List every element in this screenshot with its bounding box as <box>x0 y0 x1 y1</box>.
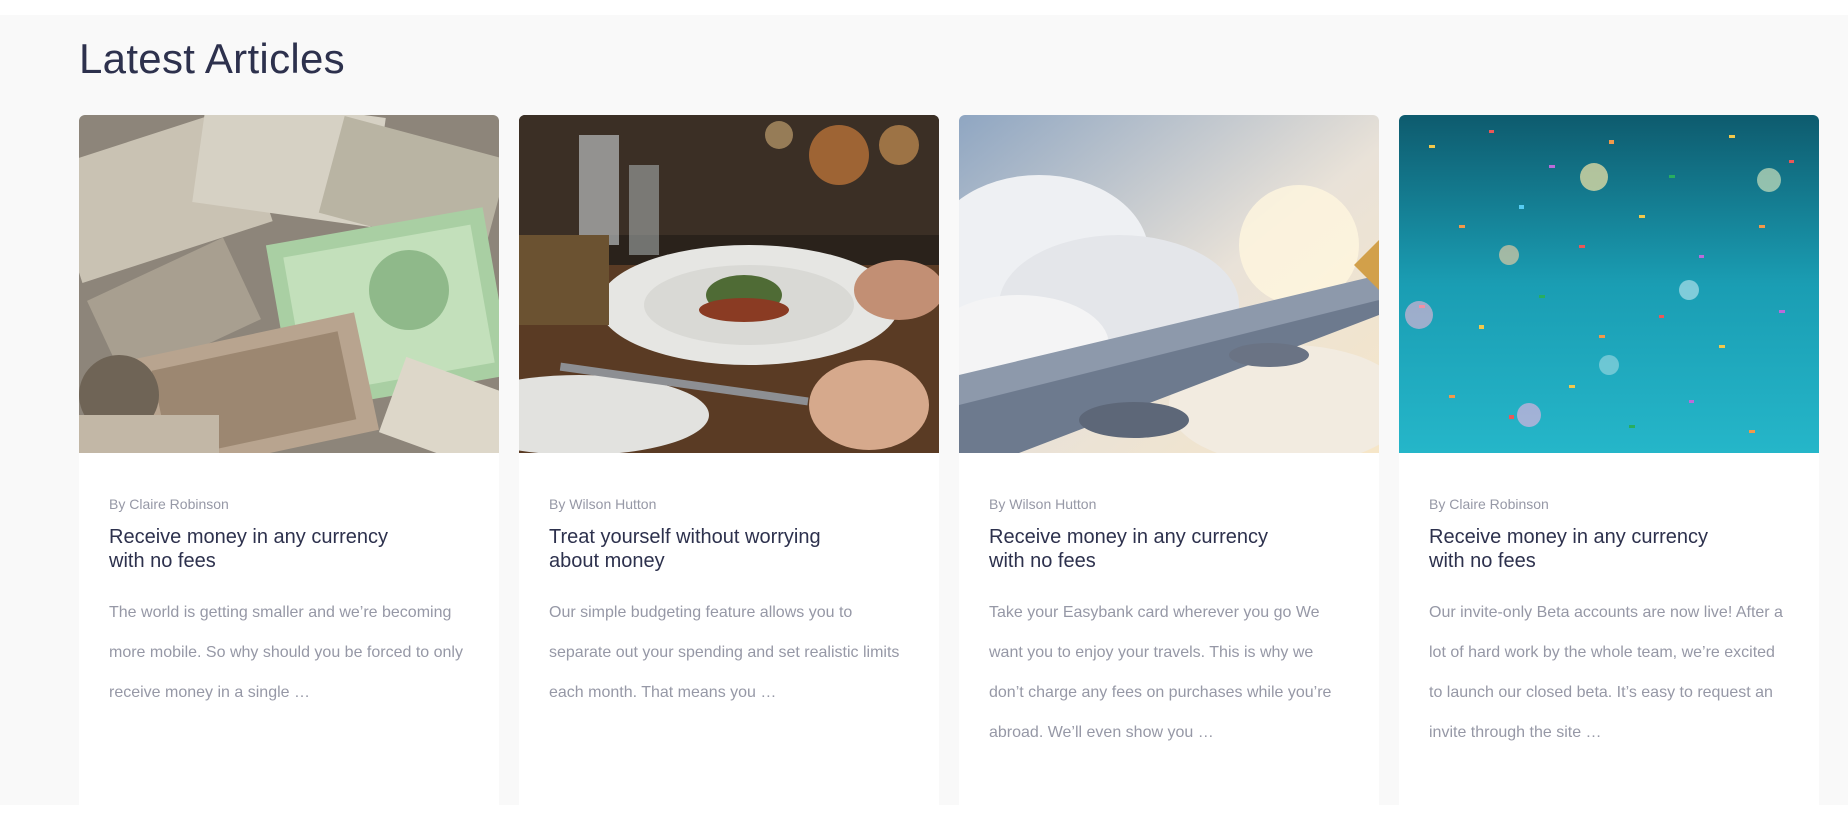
card-body: By Wilson Hutton Treat yourself without … <box>519 453 939 713</box>
confetti-teal-image[interactable] <box>1399 115 1819 453</box>
card-body: By Claire Robinson Receive money in any … <box>1399 453 1819 753</box>
card-title[interactable]: Treat yourself without worrying about mo… <box>549 525 869 573</box>
article-card[interactable]: By Claire Robinson Receive money in any … <box>79 115 499 815</box>
card-body: By Claire Robinson Receive money in any … <box>79 453 499 713</box>
card-author: By Wilson Hutton <box>549 496 657 512</box>
article-card[interactable]: By Wilson Hutton Receive money in any cu… <box>959 115 1379 815</box>
latest-articles-section: Latest Articles By Claire Robinson Recei… <box>0 15 1848 815</box>
airplane-wing-clouds-image[interactable] <box>959 115 1379 453</box>
card-title[interactable]: Receive money in any currency with no fe… <box>989 525 1309 573</box>
card-author: By Claire Robinson <box>109 496 229 512</box>
card-title[interactable]: Receive money in any currency with no fe… <box>109 525 429 573</box>
article-card[interactable]: By Claire Robinson Receive money in any … <box>1399 115 1819 815</box>
card-excerpt: Take your Easybank card wherever you go … <box>989 604 1332 741</box>
section-title: Latest Articles <box>79 35 345 82</box>
card-title[interactable]: Receive money in any currency with no fe… <box>1429 525 1749 573</box>
top-strip <box>0 0 1848 15</box>
card-excerpt: The world is getting smaller and we’re b… <box>109 604 463 701</box>
card-excerpt: Our simple budgeting feature allows you … <box>549 604 900 701</box>
currency-banknotes-image[interactable] <box>79 115 499 453</box>
restaurant-dinner-plate-image[interactable] <box>519 115 939 453</box>
card-author: By Claire Robinson <box>1429 496 1549 512</box>
article-card[interactable]: By Wilson Hutton Treat yourself without … <box>519 115 939 815</box>
card-author: By Wilson Hutton <box>989 496 1097 512</box>
card-excerpt: Our invite-only Beta accounts are now li… <box>1429 604 1783 741</box>
card-body: By Wilson Hutton Receive money in any cu… <box>959 453 1379 753</box>
